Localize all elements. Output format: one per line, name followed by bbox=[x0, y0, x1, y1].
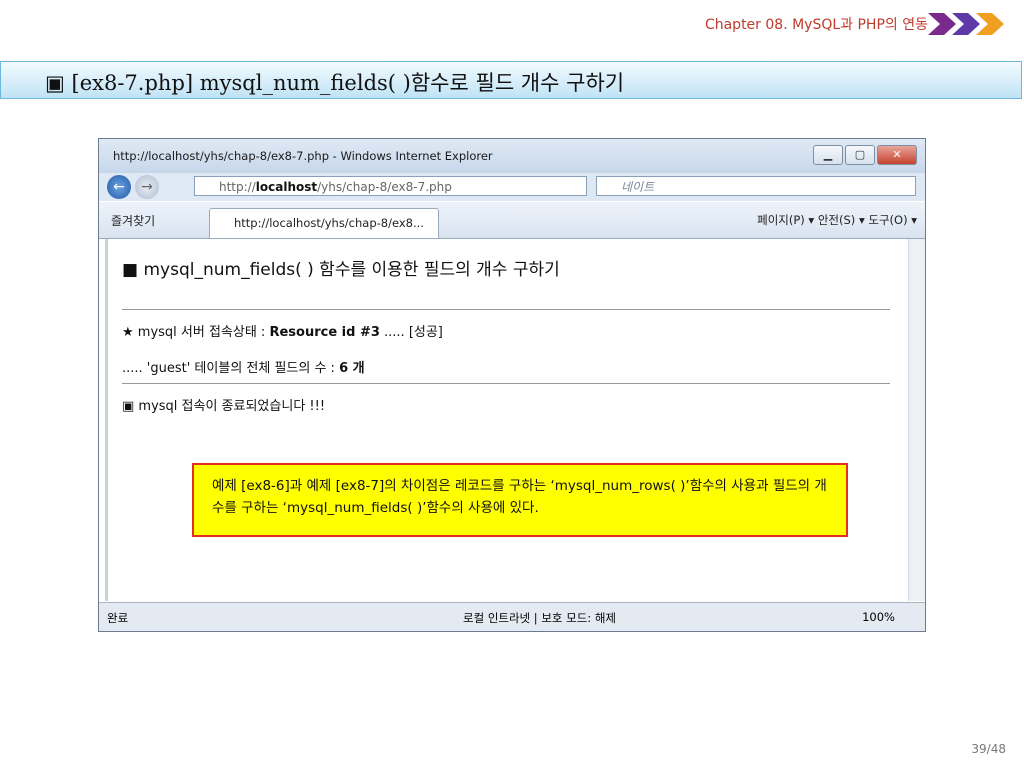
chapter-label: Chapter 08. MySQL과 PHP의 연동 bbox=[704, 17, 928, 33]
forward-arrow-icon[interactable]: → bbox=[135, 175, 159, 199]
connection-label: ★ mysql 서버 접속상태 : bbox=[122, 325, 270, 340]
command-bar[interactable]: 페이지(P) ▾ 안전(S) ▾ 도구(O) ▾ bbox=[757, 212, 917, 228]
close-message: ▣ mysql 접속이 종료되었습니다 !!! bbox=[122, 399, 326, 414]
address-prefix: http:// bbox=[219, 180, 256, 194]
slide-title-bar: ▣ [ex8-7.php] mysql_num_fields( )함수로 필드 … bbox=[0, 61, 1022, 99]
favorites-button[interactable]: 즐겨찾기 bbox=[111, 212, 155, 229]
zoom-level[interactable]: 100% bbox=[862, 610, 895, 624]
connection-status: ★ mysql 서버 접속상태 : Resource id #3 ..... [… bbox=[122, 321, 443, 340]
chevron-arrow-icon bbox=[976, 13, 1004, 35]
favorites-bar: 즐겨찾기 http://localhost/yhs/chap-8/ex8... … bbox=[99, 202, 925, 239]
explanation-note: 예제 [ex8-6]과 예제 [ex8-7]의 차이점은 레코드를 구하는 ‘m… bbox=[192, 463, 848, 537]
divider bbox=[122, 309, 890, 310]
address-field[interactable]: http://localhost/yhs/chap-8/ex8-7.php bbox=[194, 176, 587, 196]
minimize-button[interactable]: ▁ bbox=[813, 145, 843, 165]
page-content: ■ mysql_num_fields( ) 함수를 이용한 필드의 개수 구하기… bbox=[105, 239, 909, 601]
page-number: 39/48 bbox=[971, 742, 1006, 756]
page-heading: ■ mysql_num_fields( ) 함수를 이용한 필드의 개수 구하기 bbox=[122, 260, 560, 280]
window-titlebar: http://localhost/yhs/chap-8/ex8-7.php - … bbox=[99, 139, 925, 173]
maximize-button[interactable]: ▢ bbox=[845, 145, 875, 165]
back-arrow-icon[interactable]: ← bbox=[107, 175, 131, 199]
field-count: ..... 'guest' 테이블의 전체 필드의 수 : 6 개 bbox=[122, 357, 365, 376]
window-title: http://localhost/yhs/chap-8/ex8-7.php - … bbox=[113, 149, 493, 163]
browser-tab[interactable]: http://localhost/yhs/chap-8/ex8... bbox=[209, 208, 439, 238]
address-path: /yhs/chap-8/ex8-7.php bbox=[317, 180, 452, 194]
connection-suffix: ..... [성공] bbox=[379, 325, 443, 340]
divider bbox=[122, 383, 890, 384]
vertical-scrollbar[interactable] bbox=[908, 239, 925, 601]
field-count-label: ..... 'guest' 테이블의 전체 필드의 수 : bbox=[122, 361, 340, 376]
address-toolbar: ← → http://localhost/yhs/chap-8/ex8-7.ph… bbox=[99, 173, 925, 201]
field-count-value: 6 개 bbox=[339, 361, 365, 376]
zone-text: 로컬 인트라넷 | 보호 모드: 해제 bbox=[463, 611, 616, 625]
address-host: localhost bbox=[255, 180, 318, 194]
status-text: 완료 bbox=[107, 611, 129, 625]
status-bar: 완료 로컬 인트라넷 | 보호 모드: 해제 100% bbox=[99, 602, 925, 631]
slide-title: ▣ [ex8-7.php] mysql_num_fields( )함수로 필드 … bbox=[45, 71, 625, 95]
connection-value: Resource id #3 bbox=[269, 325, 380, 340]
search-input[interactable]: 네이트 bbox=[596, 176, 916, 196]
browser-window: http://localhost/yhs/chap-8/ex8-7.php - … bbox=[98, 138, 926, 632]
close-button[interactable]: ✕ bbox=[877, 145, 917, 165]
